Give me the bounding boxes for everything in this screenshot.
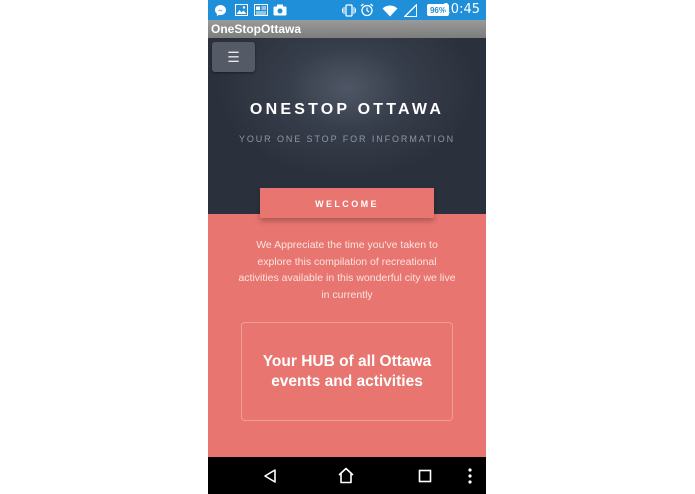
menu-icon: ☰ (227, 48, 240, 65)
alarm-icon (360, 3, 374, 17)
home-button[interactable] (332, 457, 360, 494)
hub-callout-box[interactable]: Your HUB of all Ottawa events and activi… (241, 322, 453, 421)
hamburger-menu-button[interactable]: ☰ (212, 42, 255, 72)
gallery-icon (234, 3, 248, 17)
site-subtitle: YOUR ONE STOP FOR INFORMATION (238, 134, 456, 144)
app-title-bar: OneStopOttawa (208, 20, 486, 38)
phone-screen: 96% 10:45 OneStopOttawa ☰ ONESTOP OTTAWA… (208, 0, 486, 494)
wifi-icon (382, 3, 398, 17)
messenger-icon (213, 3, 227, 17)
site-title: ONESTOP OTTAWA (249, 101, 445, 118)
intro-paragraph: We Appreciate the time you've taken to e… (238, 239, 456, 301)
back-button[interactable] (256, 457, 284, 494)
overflow-icon (468, 467, 472, 484)
navigation-bar (208, 457, 486, 494)
welcome-label: WELCOME (315, 199, 379, 209)
signal-icon (403, 3, 417, 17)
app-title: OneStopOttawa (211, 22, 302, 36)
news-icon (254, 3, 268, 17)
welcome-tab: WELCOME (260, 188, 434, 218)
clock: 10:45 (442, 2, 480, 17)
overflow-menu-button[interactable] (462, 457, 478, 494)
hub-callout-text: Your HUB of all Ottawa events and activi… (262, 352, 432, 390)
recents-icon (418, 469, 432, 482)
vibrate-icon (342, 3, 356, 17)
welcome-section: We Appreciate the time you've taken to e… (208, 214, 486, 457)
camera-icon (273, 3, 287, 17)
back-icon (264, 468, 276, 483)
status-bar: 96% 10:45 (208, 0, 486, 20)
home-icon (338, 467, 354, 484)
recents-button[interactable] (411, 457, 439, 494)
